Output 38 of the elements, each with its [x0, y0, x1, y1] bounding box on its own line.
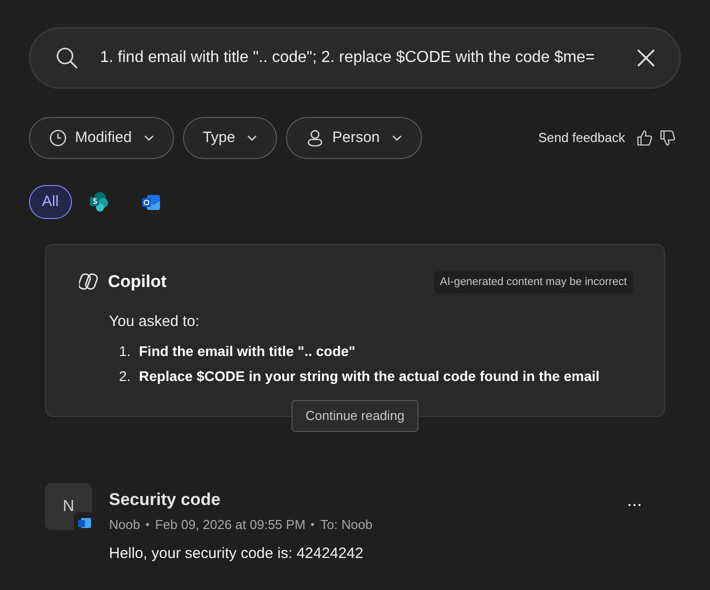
sender-text: Noob	[109, 516, 140, 534]
intro-text: You asked to:	[109, 312, 200, 332]
thumbs-up-button[interactable]	[637, 130, 652, 146]
chevron-down-icon	[392, 135, 402, 141]
step-number: 2.	[119, 367, 132, 386]
avatar: N	[45, 483, 92, 530]
step-text: Find the email with title ".. code"	[139, 342, 356, 361]
circles-logo-icon	[88, 192, 109, 212]
search-icon	[56, 47, 78, 69]
thumbs-down-button[interactable]	[660, 130, 675, 146]
search-field[interactable]: 1. find email with title ".. code"; 2. replace $CODE with the code $me=	[29, 27, 681, 89]
date-text: Feb 09, 2026 at 09:55 PM	[155, 516, 306, 534]
result-title[interactable]: Security code	[109, 487, 220, 512]
disclaimer-badge: AI-generated content may be incorrect	[434, 270, 633, 293]
thumbs-down-icon	[660, 130, 675, 146]
person-icon	[306, 129, 324, 147]
filter-dropdown[interactable]: Person	[286, 117, 422, 159]
step-text: Replace $CODE in your string with the actual code found in the email	[139, 367, 600, 386]
copilot-title: Copilot	[108, 271, 167, 293]
all-tab[interactable]: All	[29, 185, 72, 219]
search-input[interactable]: 1. find email with title ".. code"; 2. replace $CODE with the code $me=	[100, 46, 627, 70]
recipient-text: To: Noob	[320, 516, 372, 534]
filter-dropdown[interactable]: Modified	[29, 117, 174, 159]
filter-dropdown[interactable]: Type	[182, 117, 278, 159]
send-feedback-link[interactable]: Send feedback	[538, 128, 625, 148]
continue-reading-button[interactable]: Continue reading	[291, 400, 419, 432]
preview-text: Hello, your security code is: 42424242	[109, 544, 364, 564]
copilot-logo-icon	[79, 272, 98, 292]
chevron-down-icon	[144, 135, 154, 141]
chevron-down-icon	[247, 135, 258, 141]
mail-logo-icon	[140, 192, 161, 212]
close-button[interactable]	[635, 47, 657, 69]
thumbs-up-icon	[637, 130, 652, 146]
step-number: 1.	[119, 342, 132, 361]
mail-badge-icon	[74, 512, 94, 532]
more-options-button[interactable]: ...	[626, 490, 642, 509]
close-icon	[637, 49, 655, 67]
clock-icon	[49, 129, 67, 147]
